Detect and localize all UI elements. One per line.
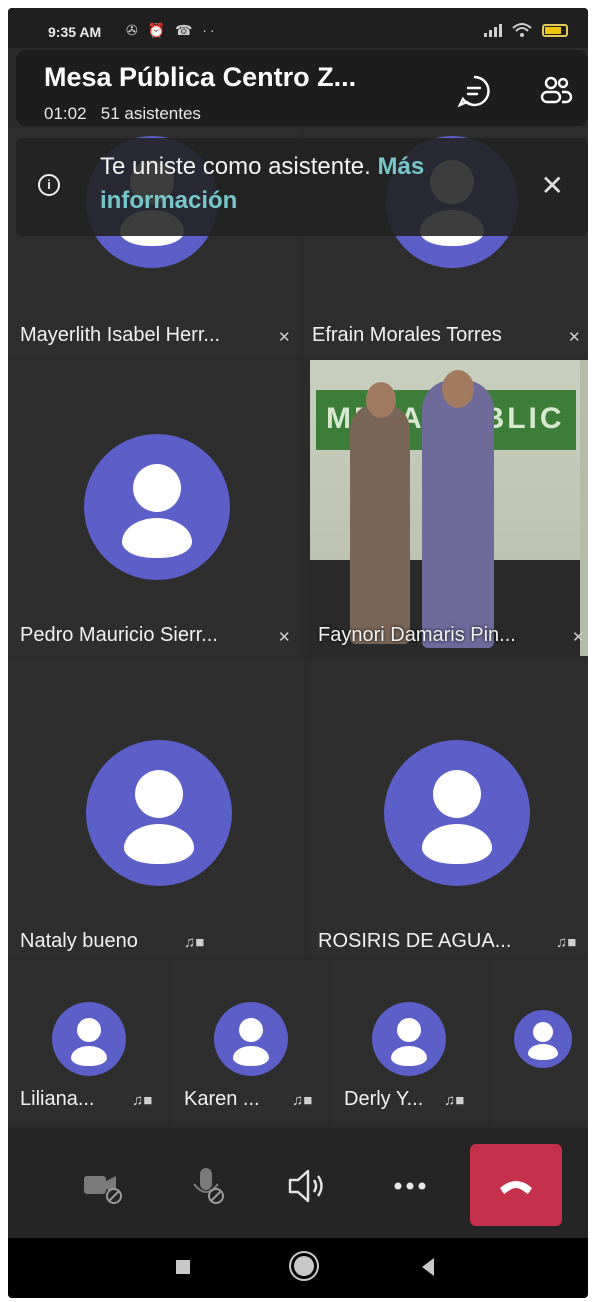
attendee-count: 51 asistentes [100, 104, 201, 123]
system-icons [484, 22, 568, 38]
avatar [84, 434, 230, 580]
participant-name: Pedro Mauricio Sierr... [20, 624, 218, 646]
mic-camera-off-icon: ♫■ [444, 1092, 465, 1109]
battery-icon [542, 23, 568, 37]
mic-camera-off-icon: ♫■ [184, 934, 205, 951]
recent-apps-icon[interactable] [176, 1260, 190, 1274]
chat-button[interactable] [457, 74, 491, 108]
meeting-header: Mesa Pública Centro Z... 01:02 51 asiste… [16, 50, 588, 126]
participant-tile[interactable]: Pedro Mauricio Sierr... ✕ [8, 360, 298, 656]
avatar [214, 1002, 288, 1076]
mic-camera-off-icon: ♫■ [132, 1092, 153, 1109]
mic-off-icon: ✕ [278, 629, 291, 646]
meeting-duration: 01:02 [44, 104, 87, 123]
avatar [372, 1002, 446, 1076]
home-icon[interactable] [294, 1256, 314, 1276]
participant-tile-small[interactable]: Liliana... ♫■ [8, 960, 168, 1122]
status-bar: 9:35 AM ✇ ⏰ ☎ ·· [8, 8, 588, 48]
participant-tile[interactable]: Nataly bueno ♫■ [8, 660, 304, 956]
avatar [384, 740, 530, 886]
mic-camera-off-icon: ♫■ [556, 934, 577, 951]
more-options-icon [394, 1182, 426, 1190]
participant-video-tile[interactable]: MESA PÚBLIC Faynori Damaris Pin... ✕ [310, 360, 588, 656]
call-control-bar [8, 1128, 588, 1238]
participant-name: Liliana... [20, 1088, 95, 1110]
speaker-button[interactable] [278, 1156, 338, 1216]
teams-meeting-screen: 9:35 AM ✇ ⏰ ☎ ·· Mesa Pública Centro Z..… [8, 8, 588, 1298]
participant-tile-small[interactable]: Karen ... ♫■ [172, 960, 328, 1122]
signal-icon [484, 23, 502, 37]
status-time: 9:35 AM [48, 24, 102, 40]
speaker-icon [288, 1169, 323, 1203]
people-icon [540, 76, 573, 104]
mic-off-icon: ✕ [568, 329, 581, 346]
avatar [86, 740, 232, 886]
meeting-meta: 01:02 51 asistentes [44, 104, 201, 124]
banner-message: Te uniste como asistente. Más informació… [100, 150, 520, 218]
hang-up-button[interactable] [470, 1144, 562, 1226]
camera-off-icon [84, 1176, 122, 1204]
participant-name: Faynori Damaris Pin... [318, 624, 516, 646]
avatar [514, 1010, 572, 1068]
mic-off-icon: ✕ [278, 329, 291, 346]
mic-camera-off-icon: ♫■ [292, 1092, 313, 1109]
participant-name: Mayerlith Isabel Herr... [20, 324, 221, 346]
mic-button[interactable] [178, 1156, 238, 1216]
mic-off-icon [193, 1168, 224, 1204]
participant-name: Derly Y... [344, 1088, 424, 1110]
participant-name: Efrain Morales Torres [312, 324, 502, 346]
system-navigation-bar [8, 1238, 588, 1298]
participant-name: Karen ... [184, 1088, 260, 1110]
chat-icon [457, 75, 490, 108]
hang-up-icon [500, 1181, 532, 1194]
avatar [52, 1002, 126, 1076]
camera-button[interactable] [74, 1156, 134, 1216]
participants-button[interactable] [538, 72, 574, 108]
participant-name: ROSIRIS DE AGUA... [318, 930, 512, 952]
meeting-title: Mesa Pública Centro Z... [44, 62, 357, 92]
participant-tile[interactable]: ROSIRIS DE AGUA... ♫■ [310, 660, 588, 956]
info-icon: i [38, 174, 60, 196]
participant-tile-small[interactable]: Derly Y... ♫■ [332, 960, 488, 1122]
participant-tile-small[interactable] [492, 960, 588, 1122]
attendee-banner: i Te uniste como asistente. Más informac… [16, 138, 588, 236]
back-icon[interactable] [422, 1258, 434, 1276]
notification-icons: ✇ ⏰ ☎ ·· [126, 22, 218, 38]
participant-name: Nataly bueno [20, 930, 138, 952]
banner-text: Te uniste como asistente. [100, 153, 371, 180]
wifi-icon [512, 23, 532, 37]
close-icon[interactable]: ✕ [541, 172, 564, 200]
more-options-button[interactable] [380, 1156, 440, 1216]
mic-off-icon: ✕ [572, 629, 585, 646]
